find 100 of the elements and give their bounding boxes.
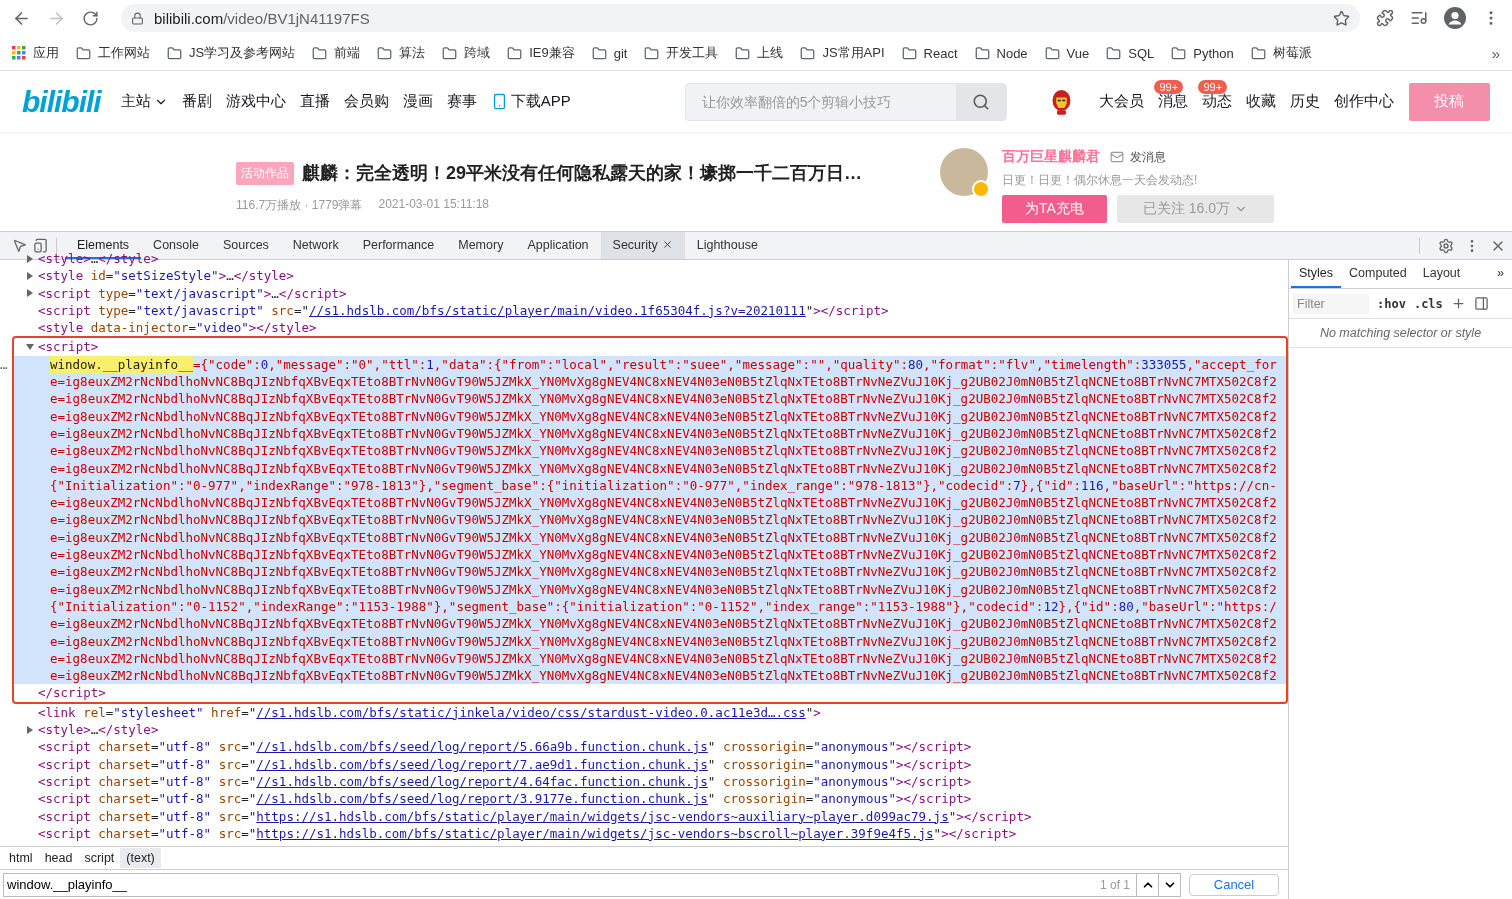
code-link[interactable]: https://s1.hdslb.com/bfs/static/player/main/widgets/jsc-vendors~auxiliary~player.d099ac79.js <box>256 807 949 825</box>
nav-link[interactable]: 赛事 <box>446 92 477 111</box>
bookmark-folder[interactable]: Vue <box>1044 45 1090 61</box>
puzzle-icon[interactable] <box>1376 9 1394 27</box>
more-tabs[interactable]: » <box>1489 260 1512 288</box>
bookmark-folder[interactable]: 算法 <box>377 44 426 62</box>
breadcrumb[interactable]: head <box>38 848 79 868</box>
hov-toggle[interactable]: :hov <box>1377 296 1406 311</box>
filter-field[interactable]: Filter <box>1293 293 1369 314</box>
styles-tab[interactable]: Computed <box>1341 260 1415 288</box>
code-link[interactable]: //s1.hdslb.com/bfs/seed/log/report/3.9177e.function.chunk.js <box>256 790 708 808</box>
code-link[interactable]: //s1.hdslb.com/bfs/seed/log/report/5.66a9b.function.chunk.js <box>256 738 708 756</box>
folder-icon <box>76 45 91 61</box>
search-bar[interactable]: 让你效率翻倍的5个剪辑小技巧 <box>684 82 1007 121</box>
breadcrumb[interactable]: script <box>78 848 121 868</box>
profile-avatar-icon[interactable] <box>1444 7 1466 29</box>
devtools-tab[interactable]: Application <box>515 232 601 259</box>
close-icon[interactable] <box>661 239 673 250</box>
media-list-icon[interactable] <box>1410 9 1428 27</box>
sidebar-toggle-icon[interactable] <box>1473 296 1489 311</box>
find-bar[interactable]: window.__playinfo__ 1 of 1 <box>3 872 1181 897</box>
user-nav-link[interactable]: 大会员 <box>1099 92 1145 109</box>
expanded-triangle-icon[interactable] <box>26 344 34 351</box>
devtools-tab[interactable]: Lighthouse <box>684 232 770 259</box>
devtools-tab[interactable]: Sources <box>211 232 281 259</box>
code-link[interactable]: //s1.hdslb.com/bfs/static/jinkela/video/css/stardust-video.0.ac11e3d….css <box>256 703 806 721</box>
folder-icon <box>974 45 990 61</box>
code-line: <style data-injector="video"></style> <box>37 319 318 337</box>
bookmark-folder[interactable]: Node <box>974 45 1028 61</box>
collapsed-triangle-icon[interactable] <box>27 725 33 734</box>
code-line: {"Initialization":"0-1152","indexRange":"1153-1988"},"segment_base":{"initialization":"0-1152","index_range":"1153-1988"},"codecid":12},{"id":80,"baseUrl":"https:/ <box>49 597 1278 616</box>
user-nav-link[interactable]: 动态 <box>1202 92 1233 109</box>
cls-toggle[interactable]: .cls <box>1413 296 1443 311</box>
bookmark-folder[interactable]: 工作网站 <box>76 44 150 62</box>
code-link[interactable]: //s1.hdslb.com/bfs/static/player/main/video.1f65304f.js?v=20210111 <box>308 301 806 320</box>
code-line: <script charset="utf-8" src="//s1.hdslb.com/bfs/seed/log/report/5.66a9b.function.chunk.js" crossorigin="anonymous"></script> <box>37 738 973 756</box>
message-link[interactable]: 发消息 <box>1110 148 1166 166</box>
nav-link[interactable]: 番剧 <box>181 92 212 111</box>
bookmark-folder[interactable]: 上线 <box>735 44 784 62</box>
bookmark-item[interactable]: 应用 <box>12 44 59 62</box>
bookmark-folder[interactable]: JS学习及参考网站 <box>167 44 296 62</box>
code-line: <style>…</style> <box>0 721 1288 739</box>
code-line: <script> <box>14 338 1286 356</box>
code-link[interactable]: //s1.hdslb.com/bfs/seed/log/report/4.64fac.function.chunk.js <box>256 772 708 791</box>
code-link[interactable]: https://s1.hdslb.com/bfs/static/player/main/widgets/jsc-vendors~bscroll~player.39f9e4f5.js <box>256 824 934 843</box>
devtools-tab[interactable]: Security <box>600 232 685 259</box>
styles-tab[interactable]: Layout <box>1414 260 1469 288</box>
collapsed-triangle-icon[interactable] <box>27 254 33 263</box>
nav-link[interactable]: 游戏中心 <box>225 92 286 111</box>
user-nav-link[interactable]: 消息 <box>1158 92 1189 109</box>
bookmark-folder[interactable]: Python <box>1171 45 1234 61</box>
bookmark-folder[interactable]: JS常用API <box>800 44 885 62</box>
nav-link[interactable]: 下载APP <box>490 92 571 111</box>
devtools-tab[interactable]: Network <box>280 232 351 259</box>
devtools-tab[interactable]: Performance <box>350 232 447 259</box>
cancel-button[interactable]: Cancel <box>1189 873 1279 896</box>
device-toolbar-icon[interactable] <box>33 238 48 253</box>
code-line: e=ig8euxZM2rNcNbdlhoNvNC8BqJIzNbfqXBvEqxTEto8BTrNvN0GvT90W5JZMkX_YN0MvXg8gNEV4NC8xNEV4N03eN0B5tZlqNxTEto8BTrNvNeZVuJ10Kj_g2UB02J0mN0B5tZlqNCNEto8BTrNvNC7MTX502C8f2 <box>49 494 1278 512</box>
styles-tab[interactable]: Styles <box>1291 260 1342 288</box>
bookmark-folder[interactable]: 树莓派 <box>1250 44 1312 62</box>
code-line: <link rel="stylesheet" href="//s1.hdslb.com/bfs/static/jinkela/video/css/stardust-video.0.ac11e3d….css"> <box>37 703 822 721</box>
reload-icon[interactable] <box>82 9 99 27</box>
bookmark-folder[interactable]: 开发工具 <box>644 44 719 62</box>
code-line: e=ig8euxZM2rNcNbdlhoNvNC8BqJIzNbfqXBvEqxTEto8BTrNvN0GvT90W5JZMkX_YN0MvXg8gNEV4NC8xNEV4N03eN0B5tZlqNxTEto8BTrNvNeZVuJ10Kj_g2UB02J0mN0B5tZlqNCNEto8BTrNvNC7MTX502C8f2 <box>49 615 1278 633</box>
code-line: <script type="text/javascript">…</script> <box>0 284 1288 302</box>
bookmark-folder[interactable]: 前端 <box>312 44 361 62</box>
folder-icon <box>735 45 751 61</box>
bookmark-folder[interactable]: IE9兼容 <box>507 44 575 62</box>
collapsed-triangle-icon[interactable] <box>27 271 33 280</box>
code-link[interactable]: //s1.hdslb.com/bfs/seed/log/report/7.ae9d1.function.chunk.js <box>256 755 708 773</box>
nav-link[interactable]: 主站 <box>120 92 168 111</box>
settings-icon[interactable] <box>1438 237 1454 254</box>
user-nav-link[interactable]: 创作中心 <box>1334 92 1395 109</box>
search-field[interactable]: 让你效率翻倍的5个剪辑小技巧 <box>685 83 956 120</box>
address-bar[interactable]: bilibili.com/video/BV1jN41197FS <box>121 4 1360 32</box>
mail-icon <box>1110 150 1124 164</box>
bookmark-folder[interactable]: React <box>901 45 958 61</box>
star-icon[interactable] <box>1333 9 1350 27</box>
bookmark-folder[interactable]: git <box>591 45 628 61</box>
nav-link[interactable]: 直播 <box>299 92 330 111</box>
code-line: e=ig8euxZM2rNcNbdlhoNvNC8BqJIzNbfqXBvEqxTEto8BTrNvN0GvT90W5JZMkX_YN0MvXg8gNEV4NC8xNEV4N03eN0B5tZlqNxTEto8BTrNvNeZVuJ10Kj_g2UB02J0mN0B5tZlqNCNEto8BTrNvNC7MTX502C8f2 <box>49 580 1278 598</box>
inspect-icon[interactable] <box>12 238 27 253</box>
user-nav-link[interactable]: 历史 <box>1290 92 1321 109</box>
verified-badge-icon <box>972 180 990 198</box>
bookmark-folder[interactable]: SQL <box>1106 45 1155 61</box>
plus-icon[interactable] <box>1450 296 1466 311</box>
user-nav-link[interactable]: 收藏 <box>1246 92 1277 109</box>
search-button[interactable] <box>955 83 1006 120</box>
breadcrumb[interactable]: html <box>3 848 39 868</box>
nav-link[interactable]: 会员购 <box>343 92 389 111</box>
code-line: <script charset="utf-8" src="https://s1.hdslb.com/bfs/static/player/main/widgets/jsc-vendors~bscroll~player.39f9e4f5.js"></script> <box>37 824 1018 843</box>
breadcrumb[interactable]: (text) <box>120 848 161 868</box>
code-line: e=ig8euxZM2rNcNbdlhoNvNC8BqJIzNbfqXBvEqxTEto8BTrNvN0GvT90W5JZMkX_YN0MvXg8gNEV4NC8xNEV4N03eN0B5tZlqNxTEto8BTrNvNeZVuJ10Kj_g2UB02J0mN0B5tZlqNCNEto8BTrNvNC7MTX502C8f2 <box>49 511 1278 529</box>
nav-link[interactable]: 漫画 <box>402 92 433 111</box>
more-bookmarks[interactable]: » <box>1491 44 1500 62</box>
code-line: e=ig8euxZM2rNcNbdlhoNvNC8BqJIzNbfqXBvEqxTEto8BTrNvN0GvT90W5JZMkX_YN0MvXg8gNEV4NC8xNEV4N03eN0B5tZlqNxTEto8BTrNvNeZVuJ10Kj_g2UB02J0mN0B5tZlqNCNEto8BTrNvNC7MTX502C8f2 <box>49 528 1278 547</box>
collapsed-triangle-icon[interactable] <box>27 289 33 298</box>
bookmark-folder[interactable]: 跨域 <box>442 44 491 62</box>
empty-message: No matching selector or style <box>1289 319 1512 348</box>
devtools-tab[interactable]: Memory <box>446 232 516 259</box>
